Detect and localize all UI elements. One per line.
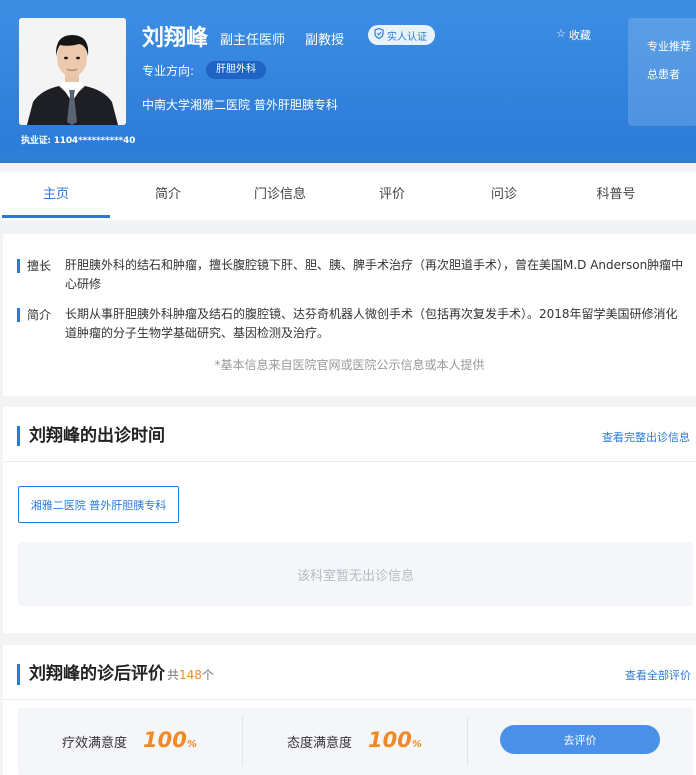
review-count-suffix: 个 [201, 668, 214, 682]
favorite-button[interactable]: ☆ 收藏 [556, 27, 591, 43]
intro-row: 简介 长期从事肝胆胰外科肿瘤及结石的腹腔镜、达芬奇机器人微创手术（包括再次复发手… [17, 305, 685, 343]
total-patients-label: 总患者 [647, 68, 680, 81]
stat-divider [467, 716, 468, 766]
intro-text: 长期从事肝胆胰外科肿瘤及结石的腹腔镜、达芬奇机器人微创手术（包括再次复发手术）。… [65, 307, 678, 340]
schedule-title: 刘翔峰的出诊时间 [17, 426, 165, 446]
satisfaction-stats: 疗效满意度 100 % 态度满意度 100 % 去评价 [18, 708, 693, 775]
specialty-key: 擅长 [17, 259, 65, 273]
tab-science[interactable]: 科普号 [560, 172, 672, 218]
doctor-title: 副主任医师 [220, 33, 286, 48]
license-number: 执业证: 1104**********40 [21, 136, 136, 146]
divider [3, 699, 696, 700]
divider [3, 461, 696, 462]
review-count-value: 148 [179, 668, 202, 682]
active-tab-indicator [2, 215, 110, 218]
specialty-row: 擅长 肝胆胰外科的结石和肿瘤，擅长腹腔镜下肝、胆、胰、脾手术治疗（再次胆道手术）… [17, 256, 685, 294]
tab-intro[interactable]: 简介 [112, 172, 224, 218]
doctor-avatar [19, 18, 126, 125]
view-all-reviews-link[interactable]: 查看全部评价 [625, 667, 691, 683]
efficacy-label: 疗效满意度 [62, 736, 128, 751]
schedule-card: 刘翔峰的出诊时间 查看完整出诊信息 湘雅二医院 普外肝胆胰专科 该科室暂无出诊信… [3, 407, 696, 633]
attitude-stat: 态度满意度 100 % [287, 728, 422, 752]
review-count-prefix: 共 [167, 668, 180, 682]
doctor-academic-title: 副教授 [305, 33, 345, 48]
source-note: *基本信息来自医院官网或医院公示信息或本人提供 [214, 358, 485, 372]
reviews-title: 刘翔峰的诊后评价 共148个 [17, 664, 214, 685]
no-schedule-message: 该科室暂无出诊信息 [18, 542, 693, 606]
specialty-label: 专业方向: [142, 64, 195, 78]
star-icon: ☆ [556, 27, 566, 40]
intro-key: 简介 [17, 308, 65, 322]
review-count: 共148个 [167, 668, 214, 682]
view-full-schedule-link[interactable]: 查看完整出诊信息 [602, 429, 690, 445]
department-button[interactable]: 湘雅二医院 普外肝胆胰专科 [18, 486, 179, 523]
recommend-label: 专业推荐 [647, 40, 691, 53]
tab-reviews[interactable]: 评价 [336, 172, 448, 218]
doctor-name: 刘翔峰 [142, 26, 209, 51]
shield-icon [374, 27, 384, 42]
specialty-text: 肝胆胰外科的结石和肿瘤，擅长腹腔镜下肝、胆、胰、脾手术治疗（再次胆道手术），曾在… [65, 258, 684, 291]
efficacy-percent: % [186, 739, 197, 750]
specialty-tag[interactable]: 肝胆外科 [206, 61, 266, 79]
tab-consult[interactable]: 问诊 [448, 172, 560, 218]
hospital-department[interactable]: 中南大学湘雅二医院 普外肝胆胰专科 [142, 96, 338, 113]
doctor-info-card: 擅长 肝胆胰外科的结石和肿瘤，擅长腹腔镜下肝、胆、胰、脾手术治疗（再次胆道手术）… [3, 234, 696, 396]
tab-home[interactable]: 主页 [0, 172, 112, 218]
tab-bar: 主页 简介 门诊信息 评价 问诊 科普号 [0, 172, 696, 220]
attitude-percent: % [411, 739, 422, 750]
attitude-label: 态度满意度 [287, 736, 353, 751]
verified-label: 实人认证 [387, 31, 427, 43]
reviews-title-text: 刘翔峰的诊后评价 [29, 664, 165, 684]
stat-divider [242, 716, 243, 766]
efficacy-stat: 疗效满意度 100 % [62, 728, 197, 752]
write-review-button[interactable]: 去评价 [500, 725, 660, 754]
favorite-label: 收藏 [568, 29, 591, 42]
efficacy-value: 100 [143, 728, 187, 752]
tab-clinic-info[interactable]: 门诊信息 [224, 172, 336, 218]
attitude-value: 100 [368, 728, 412, 752]
verified-badge: 实人认证 [368, 25, 435, 45]
header-band [0, 150, 696, 163]
reviews-card: 刘翔峰的诊后评价 共148个 查看全部评价 疗效满意度 100 % 态度满意度 1… [3, 645, 696, 775]
recommend-panel[interactable]: 专业推荐 总患者 [628, 18, 696, 126]
